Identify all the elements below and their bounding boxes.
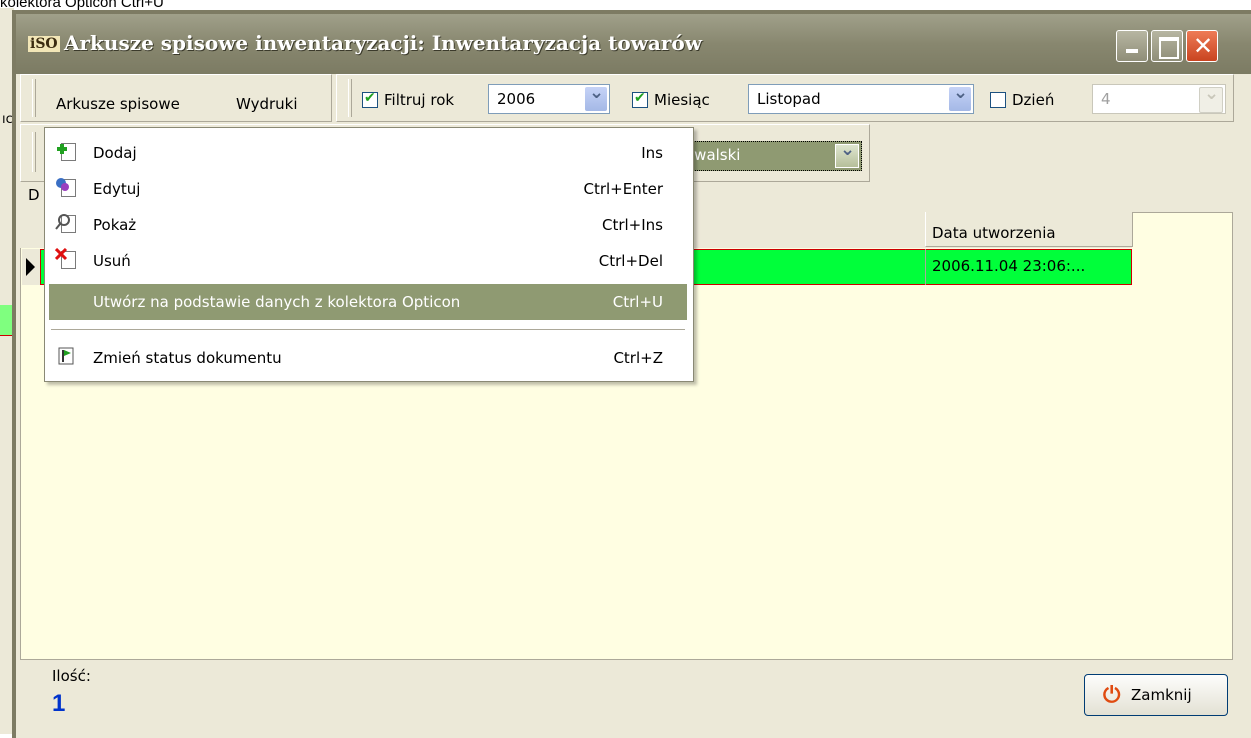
window-title: Arkusze spisowe inwentaryzacji: Inwentar… (64, 31, 702, 55)
toolbar-grip[interactable] (32, 132, 36, 172)
filter-month-label: Miesiąc (654, 91, 710, 109)
close-icon: ✕ (1193, 32, 1214, 60)
chevron-down-icon[interactable] (585, 82, 607, 111)
menu-item-usun[interactable]: Usuń Ctrl+Del (49, 243, 687, 279)
menu-item-dodaj[interactable]: Dodaj Ins (49, 135, 687, 171)
filter-month-checkbox[interactable] (632, 90, 648, 108)
minimize-button[interactable] (1116, 30, 1148, 62)
month-select[interactable]: Listopad (748, 82, 974, 114)
day-select[interactable]: 4 (1092, 83, 1226, 114)
chevron-down-icon[interactable] (949, 82, 971, 111)
month-value: Listopad (757, 90, 821, 108)
view-document-icon (55, 212, 79, 234)
background-row-fragment (0, 305, 12, 336)
column-header-data-utworzenia[interactable]: Data utworzenia (925, 212, 1133, 247)
menu-item-pokaz[interactable]: Pokaż Ctrl+Ins (49, 207, 687, 243)
filter-day-label: Dzień (1012, 91, 1055, 109)
menu-arkusze-spisowe[interactable]: Arkusze spisowe (56, 95, 180, 113)
year-select[interactable]: 2006 (488, 82, 610, 114)
app-logo-icon: iSO (28, 36, 60, 52)
title-bar[interactable]: iSO Arkusze spisowe inwentaryzacji: Inwe… (16, 14, 1251, 74)
toolbar-grip[interactable] (348, 79, 352, 117)
filter-year-checkbox[interactable] (362, 90, 378, 108)
power-icon: ⏻ (1103, 683, 1121, 708)
edit-document-icon (55, 176, 79, 198)
count-label: Ilość: (52, 667, 91, 685)
menu-item-zmien-status[interactable]: Zmień status dokumentu Ctrl+Z (49, 340, 687, 376)
table-cell-date[interactable]: 2006.11.04 23:06:... (925, 249, 1132, 285)
close-window-button[interactable]: ✕ (1186, 30, 1218, 62)
zamknij-button[interactable]: ⏻ Zamknij (1084, 674, 1228, 716)
flag-document-icon (55, 345, 79, 367)
maximize-button[interactable] (1151, 30, 1183, 62)
menu-item-utworz-z-kolektora[interactable]: Utwórz na podstawie danych z kolektora O… (49, 284, 687, 320)
context-menu: Dodaj Ins Edytuj Ctrl+Enter Pokaż Ctrl+I… (44, 127, 694, 382)
filter-year-label: Filtruj rok (384, 91, 455, 109)
menu-item-edytuj[interactable]: Edytuj Ctrl+Enter (49, 171, 687, 207)
chevron-down-icon (1199, 83, 1223, 113)
year-value: 2006 (497, 90, 536, 108)
toolbar-grip[interactable] (32, 79, 36, 117)
add-document-icon (55, 140, 79, 162)
current-row-indicator (22, 249, 41, 285)
count-value: 1 (52, 690, 66, 717)
menu-wydruki[interactable]: Wydruki (236, 95, 298, 113)
section-label-fragment: D (28, 186, 40, 204)
menu-separator (51, 329, 685, 331)
day-value: 4 (1101, 90, 1111, 108)
chevron-down-icon[interactable] (835, 139, 859, 168)
delete-document-icon (55, 248, 79, 270)
user-select[interactable]: owalski (676, 139, 862, 171)
filter-day-checkbox[interactable] (990, 92, 1006, 108)
